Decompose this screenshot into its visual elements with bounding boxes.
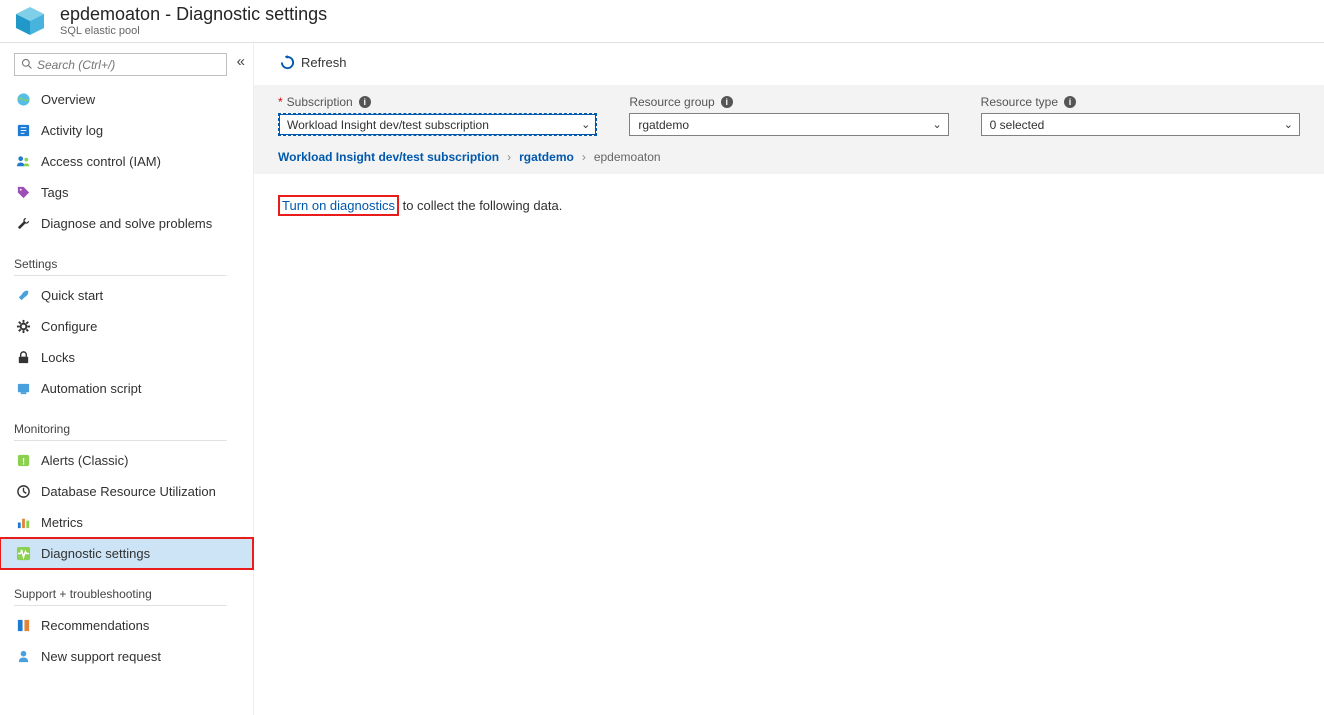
nav-label: Access control (IAM)	[41, 154, 161, 169]
resource-group-value: rgatdemo	[638, 118, 689, 132]
blade-header: epdemoaton - Diagnostic settings SQL ela…	[0, 0, 1324, 43]
support-icon	[16, 649, 31, 664]
resource-group-label: Resource group	[629, 95, 714, 109]
filter-subscription: * Subscription i Workload Insight dev/te…	[278, 95, 597, 136]
nav-label: Recommendations	[41, 618, 149, 633]
nav-label: Tags	[41, 185, 68, 200]
nav-label: New support request	[41, 649, 161, 664]
nav-label: Diagnose and solve problems	[41, 216, 212, 231]
sidebar-item-metrics[interactable]: Metrics	[14, 507, 253, 538]
main-content: Refresh * Subscription i Workload Insigh…	[254, 43, 1324, 715]
section-header-settings: Settings	[14, 257, 227, 276]
sidebar: « Overview Activity log Access control (…	[0, 43, 254, 715]
sidebar-item-configure[interactable]: Configure	[14, 311, 253, 342]
info-icon[interactable]: i	[721, 96, 733, 108]
log-icon	[16, 123, 31, 138]
resource-type-value: 0 selected	[990, 118, 1045, 132]
section-header-monitoring: Monitoring	[14, 422, 227, 441]
tag-icon	[16, 185, 31, 200]
sidebar-item-tags[interactable]: Tags	[14, 177, 253, 208]
collapse-sidebar-button[interactable]: «	[237, 53, 245, 70]
breadcrumb-separator: ›	[507, 150, 511, 164]
refresh-icon	[280, 55, 295, 70]
nav-label: Quick start	[41, 288, 103, 303]
elastic-pool-icon	[14, 5, 46, 37]
nav-label: Alerts (Classic)	[41, 453, 128, 468]
nav-label: Metrics	[41, 515, 83, 530]
filter-resource-group: Resource group i rgatdemo ⌄	[629, 95, 948, 136]
subscription-label: Subscription	[287, 95, 353, 109]
breadcrumb-current: epdemoaton	[594, 150, 661, 164]
bars-icon	[16, 515, 31, 530]
nav-label: Activity log	[41, 123, 103, 138]
filter-bar: * Subscription i Workload Insight dev/te…	[254, 85, 1324, 174]
refresh-button[interactable]: Refresh	[278, 53, 349, 72]
resource-group-combo[interactable]: rgatdemo ⌄	[629, 113, 948, 136]
chevron-down-icon: ⌄	[1284, 118, 1293, 131]
breadcrumb-subscription[interactable]: Workload Insight dev/test subscription	[278, 150, 499, 164]
subscription-value: Workload Insight dev/test subscription	[287, 118, 489, 132]
sidebar-item-activity-log[interactable]: Activity log	[14, 115, 253, 146]
nav-label: Diagnostic settings	[41, 546, 150, 561]
refresh-label: Refresh	[301, 55, 347, 70]
content-tail-text: to collect the following data.	[399, 198, 562, 213]
iam-icon	[16, 154, 31, 169]
breadcrumb-resource-group[interactable]: rgatdemo	[519, 150, 574, 164]
sidebar-item-recommendations[interactable]: Recommendations	[14, 610, 253, 641]
info-icon[interactable]: i	[1064, 96, 1076, 108]
chevron-down-icon: ⌄	[932, 118, 941, 131]
content-area: Turn on diagnostics to collect the follo…	[254, 174, 1324, 237]
search-icon	[21, 58, 33, 71]
filter-resource-type: Resource type i 0 selected ⌄	[981, 95, 1300, 136]
resource-type-label: Resource type	[981, 95, 1058, 109]
wrench-icon	[16, 216, 31, 231]
nav-label: Database Resource Utilization	[41, 484, 216, 499]
toolbar: Refresh	[254, 43, 1324, 77]
sidebar-search[interactable]	[14, 53, 227, 76]
rocket-icon	[16, 288, 31, 303]
sidebar-item-quick-start[interactable]: Quick start	[14, 280, 253, 311]
required-marker: *	[278, 95, 283, 109]
sidebar-item-overview[interactable]: Overview	[14, 84, 253, 115]
sidebar-item-automation-script[interactable]: Automation script	[14, 373, 253, 404]
svg-text:!: !	[22, 456, 25, 466]
sidebar-item-access-control[interactable]: Access control (IAM)	[14, 146, 253, 177]
chevron-down-icon: ⌄	[581, 118, 590, 131]
nav-label: Automation script	[41, 381, 141, 396]
turn-on-diagnostics-link[interactable]: Turn on diagnostics	[278, 195, 399, 216]
sidebar-item-alerts[interactable]: ! Alerts (Classic)	[14, 445, 253, 476]
pulse-icon	[16, 546, 31, 561]
sidebar-item-locks[interactable]: Locks	[14, 342, 253, 373]
sidebar-item-diagnose-solve[interactable]: Diagnose and solve problems	[14, 208, 253, 239]
clock-icon	[16, 484, 31, 499]
sidebar-item-db-utilization[interactable]: Database Resource Utilization	[14, 476, 253, 507]
breadcrumb-separator: ›	[582, 150, 586, 164]
script-icon	[16, 381, 31, 396]
info-icon[interactable]: i	[359, 96, 371, 108]
breadcrumb: Workload Insight dev/test subscription ›…	[278, 150, 1300, 164]
sidebar-item-diagnostic-settings[interactable]: Diagnostic settings	[0, 538, 253, 569]
sidebar-item-new-support-request[interactable]: New support request	[14, 641, 253, 672]
globe-icon	[16, 92, 31, 107]
nav-label: Locks	[41, 350, 75, 365]
section-header-support: Support + troubleshooting	[14, 587, 227, 606]
reco-icon	[16, 618, 31, 633]
page-title: epdemoaton - Diagnostic settings	[60, 5, 327, 25]
search-input[interactable]	[37, 55, 220, 74]
nav-label: Configure	[41, 319, 97, 334]
nav-label: Overview	[41, 92, 95, 107]
lock-icon	[16, 350, 31, 365]
subscription-combo[interactable]: Workload Insight dev/test subscription ⌄	[278, 113, 597, 136]
gear-icon	[16, 319, 31, 334]
page-subtitle: SQL elastic pool	[60, 25, 327, 37]
alert-icon: !	[16, 453, 31, 468]
resource-type-combo[interactable]: 0 selected ⌄	[981, 113, 1300, 136]
